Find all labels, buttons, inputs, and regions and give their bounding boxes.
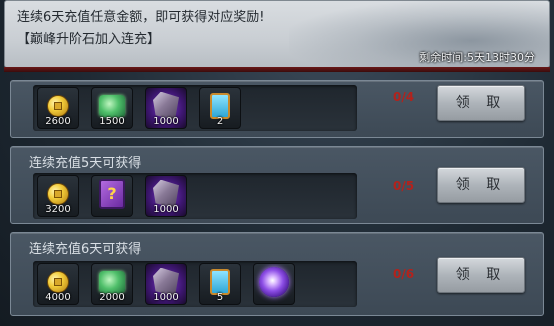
claim-button[interactable]: 领 取 <box>437 85 525 121</box>
reward-slot[interactable]: 1500 <box>91 87 133 129</box>
gold-coin-icon <box>47 182 69 205</box>
reward-slot[interactable]: 2 <box>199 87 241 129</box>
progress-counter: 0/4 <box>393 90 415 104</box>
reward-tray: 3200 ? 1000 <box>33 173 357 219</box>
reward-row-day6: 连续充值6天可获得 4000 2000 1000 5 0/6 领 取 <box>10 232 544 316</box>
event-subnote: 【巅峰升阶石加入连充】 <box>17 32 161 47</box>
reward-slot[interactable]: 2000 <box>91 263 133 305</box>
gold-coin-icon <box>47 94 69 117</box>
progress-counter: 0/5 <box>393 179 415 193</box>
reward-row-day4: 2600 1500 1000 2 0/4 领 取 <box>10 80 544 138</box>
jade-icon <box>99 94 125 117</box>
row-title: 连续充值6天可获得 <box>29 242 142 257</box>
jade-icon <box>99 270 125 293</box>
claim-button[interactable]: 领 取 <box>437 257 525 293</box>
reward-slot[interactable]: 4000 <box>37 263 79 305</box>
reward-quantity: 3200 <box>45 204 71 215</box>
reward-quantity: 1500 <box>99 116 125 127</box>
reward-slot[interactable]: 1000 <box>145 175 187 217</box>
purple-orb-icon <box>259 266 289 297</box>
reward-quantity: 2000 <box>99 292 125 303</box>
reward-quantity: 1000 <box>153 292 179 303</box>
reward-quantity: 5 <box>216 292 224 303</box>
countdown-timer: 剩余时间:5天13时30分 <box>419 51 535 64</box>
reward-slot[interactable]: 3200 <box>37 175 79 217</box>
scroll-icon <box>210 268 230 295</box>
reward-row-day5: 连续充值5天可获得 3200 ? 1000 0/5 领 取 <box>10 146 544 224</box>
claim-button[interactable]: 领 取 <box>437 167 525 203</box>
reward-slot[interactable]: 5 <box>199 263 241 305</box>
reward-quantity: 4000 <box>45 292 71 303</box>
mystery-book-icon: ? <box>99 178 125 209</box>
reward-quantity: 1000 <box>153 204 179 215</box>
reward-quantity: 1000 <box>153 116 179 127</box>
event-description: 连续6天充值任意金额，即可获得对应奖励! <box>17 10 265 25</box>
reward-tray: 2600 1500 1000 2 <box>33 85 357 131</box>
reward-tray: 4000 2000 1000 5 <box>33 261 357 307</box>
banner-divider <box>4 67 550 72</box>
event-banner: 连续6天充值任意金额，即可获得对应奖励! 【巅峰升阶石加入连充】 剩余时间:5天… <box>4 0 550 68</box>
reward-quantity: 2 <box>216 116 224 127</box>
row-title: 连续充值5天可获得 <box>29 156 142 171</box>
reward-slot[interactable]: 2600 <box>37 87 79 129</box>
reward-slot[interactable]: ? <box>91 175 133 217</box>
reward-slot[interactable]: 1000 <box>145 87 187 129</box>
reward-slot[interactable]: 1000 <box>145 263 187 305</box>
gold-coin-icon <box>47 270 69 293</box>
reward-slot[interactable] <box>253 263 295 305</box>
scroll-icon <box>210 92 230 119</box>
reward-quantity: 2600 <box>45 116 71 127</box>
progress-counter: 0/6 <box>393 267 415 281</box>
